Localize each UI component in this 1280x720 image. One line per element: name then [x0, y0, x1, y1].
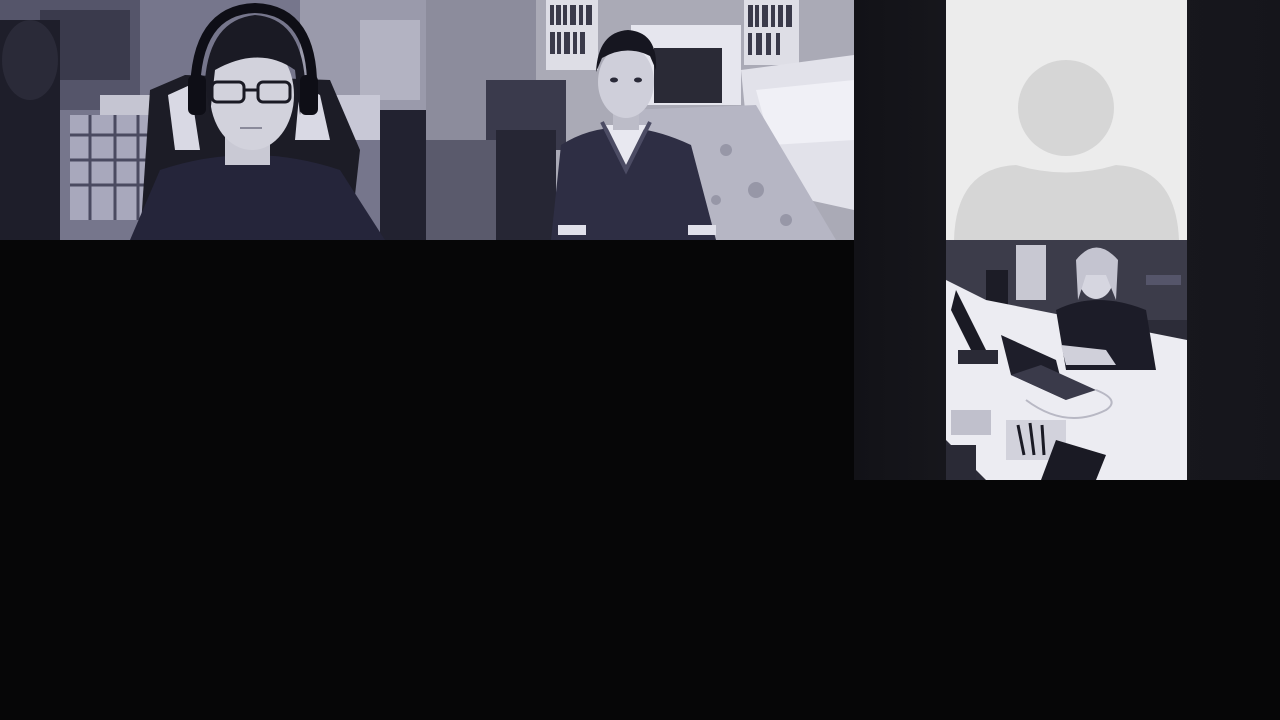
- video-tile-4[interactable]: [946, 240, 1187, 480]
- participant-video-feed: [0, 0, 426, 240]
- participant-video-feed: [426, 0, 854, 240]
- avatar-placeholder-icon: [946, 0, 1187, 240]
- video-tile-2[interactable]: [426, 0, 854, 240]
- video-call-stage: [0, 0, 1280, 720]
- participant-video-feed: [946, 240, 1187, 480]
- video-tile-1[interactable]: [0, 0, 426, 240]
- video-tile-3[interactable]: [946, 0, 1187, 240]
